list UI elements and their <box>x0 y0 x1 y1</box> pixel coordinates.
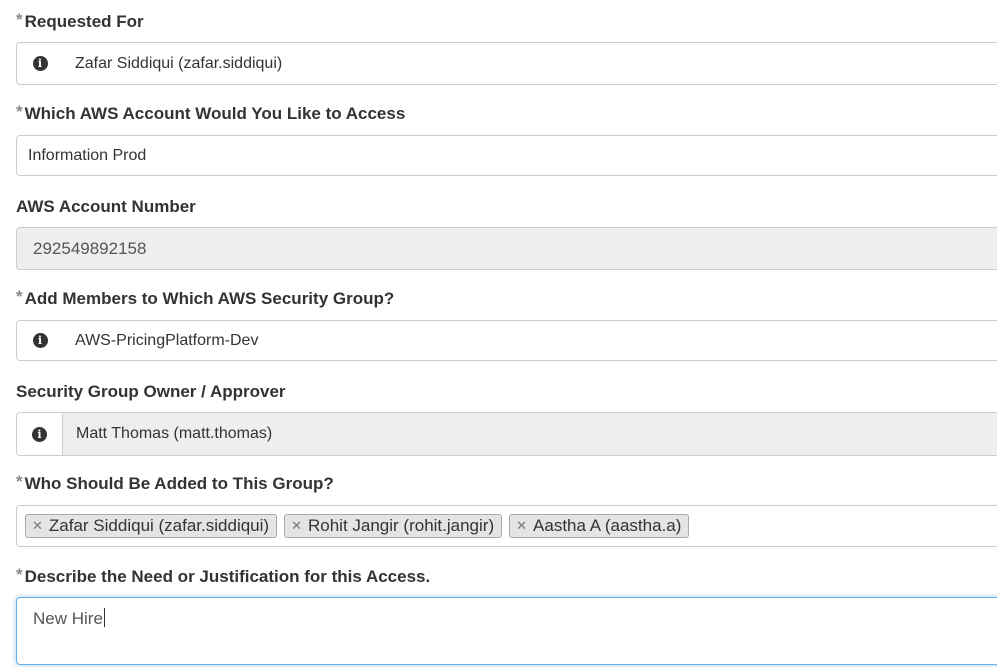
requested-for-field[interactable]: i Zafar Siddiqui (zafar.siddiqui) <box>16 42 997 85</box>
info-icon: i <box>32 333 48 348</box>
security-group-info-button[interactable]: i <box>17 321 63 360</box>
security-group-value: AWS-PricingPlatform-Dev <box>75 331 259 349</box>
info-icon: i <box>32 56 48 71</box>
access-request-form: * Requested For i Zafar Siddiqui (zafar.s… <box>0 0 997 667</box>
remove-tag-icon[interactable]: ✕ <box>516 518 527 534</box>
requested-for-label: * Requested For <box>16 10 144 31</box>
justification-textarea[interactable]: New Hire <box>16 597 997 665</box>
member-tag: ✕ Zafar Siddiqui (zafar.siddiqui) <box>25 514 278 538</box>
security-group-field[interactable]: i AWS-PricingPlatform-Dev <box>16 320 997 361</box>
member-tag-label: Zafar Siddiqui (zafar.siddiqui) <box>48 516 270 535</box>
required-marker: * <box>16 565 23 584</box>
members-multiselect[interactable]: ✕ Zafar Siddiqui (zafar.siddiqui) ✕ Rohit … <box>16 505 997 547</box>
aws-account-label: * Which AWS Account Would You Like to Acc… <box>16 102 406 123</box>
requested-for-info-button[interactable]: i <box>17 43 63 84</box>
member-tag: ✕ Aastha A (aastha.a) <box>509 514 690 538</box>
group-owner-value: Matt Thomas (matt.thomas) <box>76 425 273 442</box>
text-caret <box>103 608 105 627</box>
remove-tag-icon[interactable]: ✕ <box>32 518 43 534</box>
required-marker: * <box>16 102 23 121</box>
group-owner-field: i Matt Thomas (matt.thomas) <box>16 412 997 456</box>
required-marker: * <box>16 287 23 306</box>
justification-value: New Hire <box>33 609 103 628</box>
aws-account-select[interactable]: Information Prod <box>16 135 997 176</box>
account-number-label: AWS Account Number <box>16 197 196 216</box>
requested-for-value: Zafar Siddiqui (zafar.siddiqui) <box>75 54 283 72</box>
info-icon: i <box>32 426 47 442</box>
required-marker: * <box>16 10 23 29</box>
group-owner-readonly: Matt Thomas (matt.thomas) <box>63 413 997 455</box>
required-marker: * <box>16 472 23 491</box>
members-label: * Who Should Be Added to This Group? <box>16 472 334 493</box>
member-tag-label: Aastha A (aastha.a) <box>533 516 682 535</box>
account-number-field: 292549892158 <box>16 227 997 270</box>
member-tag-label: Rohit Jangir (rohit.jangir) <box>307 516 495 535</box>
security-group-label: * Add Members to Which AWS Security Group… <box>16 287 395 308</box>
account-number-value: 292549892158 <box>33 238 147 258</box>
remove-tag-icon[interactable]: ✕ <box>291 518 302 534</box>
member-tag: ✕ Rohit Jangir (rohit.jangir) <box>284 514 503 538</box>
group-owner-info-button[interactable]: i <box>17 413 63 455</box>
group-owner-label: Security Group Owner / Approver <box>16 382 286 401</box>
aws-account-value: Information Prod <box>28 146 147 164</box>
justification-label: * Describe the Need or Justification for … <box>16 565 431 586</box>
